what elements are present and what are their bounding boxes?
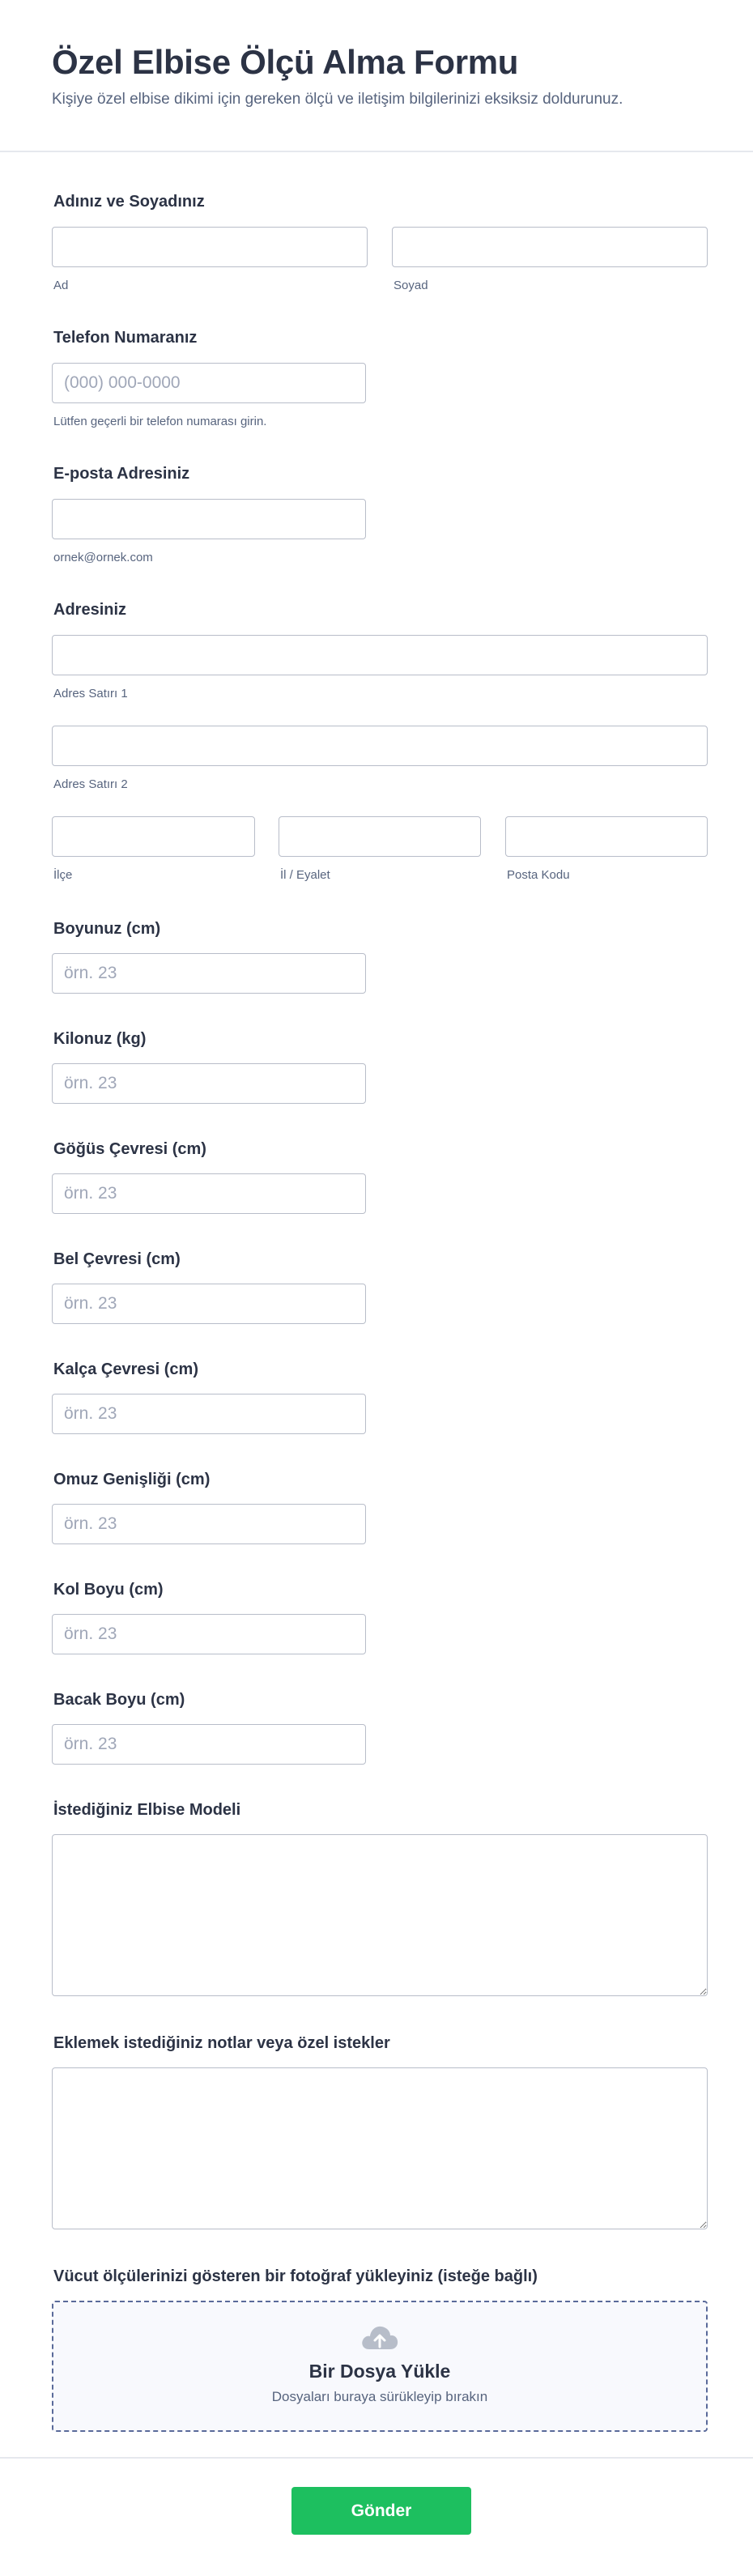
chest-label: Göğüs Çevresi (cm) [53, 1140, 206, 1158]
address-line1-input[interactable] [52, 635, 708, 675]
chest-input[interactable] [52, 1173, 366, 1214]
upload-title: Bir Dosya Yükle [308, 2361, 451, 2382]
height-input[interactable] [52, 953, 366, 994]
height-label: Boyunuz (cm) [53, 920, 161, 938]
district-input[interactable] [52, 816, 255, 857]
address-line2-sublabel: Adres Satırı 2 [53, 777, 128, 791]
last-name-sublabel: Soyad [394, 279, 428, 292]
submit-button[interactable]: Gönder [291, 2487, 471, 2535]
footer-divider [0, 2457, 753, 2459]
state-sublabel: İl / Eyalet [280, 868, 330, 882]
state-input[interactable] [279, 816, 481, 857]
hip-input[interactable] [52, 1394, 366, 1434]
notes-textarea[interactable] [52, 2067, 708, 2229]
arm-label: Kol Boyu (cm) [53, 1581, 164, 1599]
waist-label: Bel Çevresi (cm) [53, 1250, 181, 1268]
address-label: Adresiniz [53, 601, 127, 619]
address-line1-sublabel: Adres Satırı 1 [53, 687, 128, 700]
shoulder-input[interactable] [52, 1504, 366, 1544]
leg-input[interactable] [52, 1724, 366, 1765]
first-name-input[interactable] [52, 227, 368, 267]
postal-code-input[interactable] [505, 816, 708, 857]
weight-input[interactable] [52, 1063, 366, 1104]
district-sublabel: İlçe [53, 868, 73, 882]
file-upload-dropzone[interactable]: Bir Dosya Yükle Dosyaları buraya sürükle… [52, 2301, 708, 2432]
phone-input[interactable] [52, 363, 366, 403]
form-subtitle: Kişiye özel elbise dikimi için gereken ö… [52, 91, 623, 108]
first-name-sublabel: Ad [53, 279, 69, 292]
dress-model-label: İstediğiniz Elbise Modeli [53, 1801, 241, 1819]
email-hint: ornek@ornek.com [53, 551, 153, 564]
dress-model-textarea[interactable] [52, 1834, 708, 1996]
upload-subtitle: Dosyaları buraya sürükleyip bırakın [271, 2389, 488, 2404]
address-line2-input[interactable] [52, 726, 708, 766]
cloud-upload-icon [359, 2322, 400, 2354]
leg-label: Bacak Boyu (cm) [53, 1691, 185, 1709]
phone-label: Telefon Numaranız [53, 329, 198, 347]
hip-label: Kalça Çevresi (cm) [53, 1360, 198, 1378]
notes-label: Eklemek istediğiniz notlar veya özel ist… [53, 2034, 390, 2052]
email-input[interactable] [52, 499, 366, 539]
shoulder-label: Omuz Genişliği (cm) [53, 1471, 211, 1488]
last-name-input[interactable] [392, 227, 708, 267]
waist-input[interactable] [52, 1284, 366, 1324]
email-label: E-posta Adresiniz [53, 465, 190, 483]
weight-label: Kilonuz (kg) [53, 1030, 147, 1048]
arm-input[interactable] [52, 1614, 366, 1654]
form-header: Özel Elbise Ölçü Alma Formu Kişiye özel … [0, 0, 753, 152]
upload-label: Vücut ölçülerinizi gösteren bir fotoğraf… [53, 2267, 538, 2285]
postal-code-sublabel: Posta Kodu [507, 868, 570, 882]
name-label: Adınız ve Soyadınız [53, 193, 205, 211]
form-title: Özel Elbise Ölçü Alma Formu [52, 43, 519, 81]
phone-hint: Lütfen geçerli bir telefon numarası giri… [53, 415, 267, 428]
